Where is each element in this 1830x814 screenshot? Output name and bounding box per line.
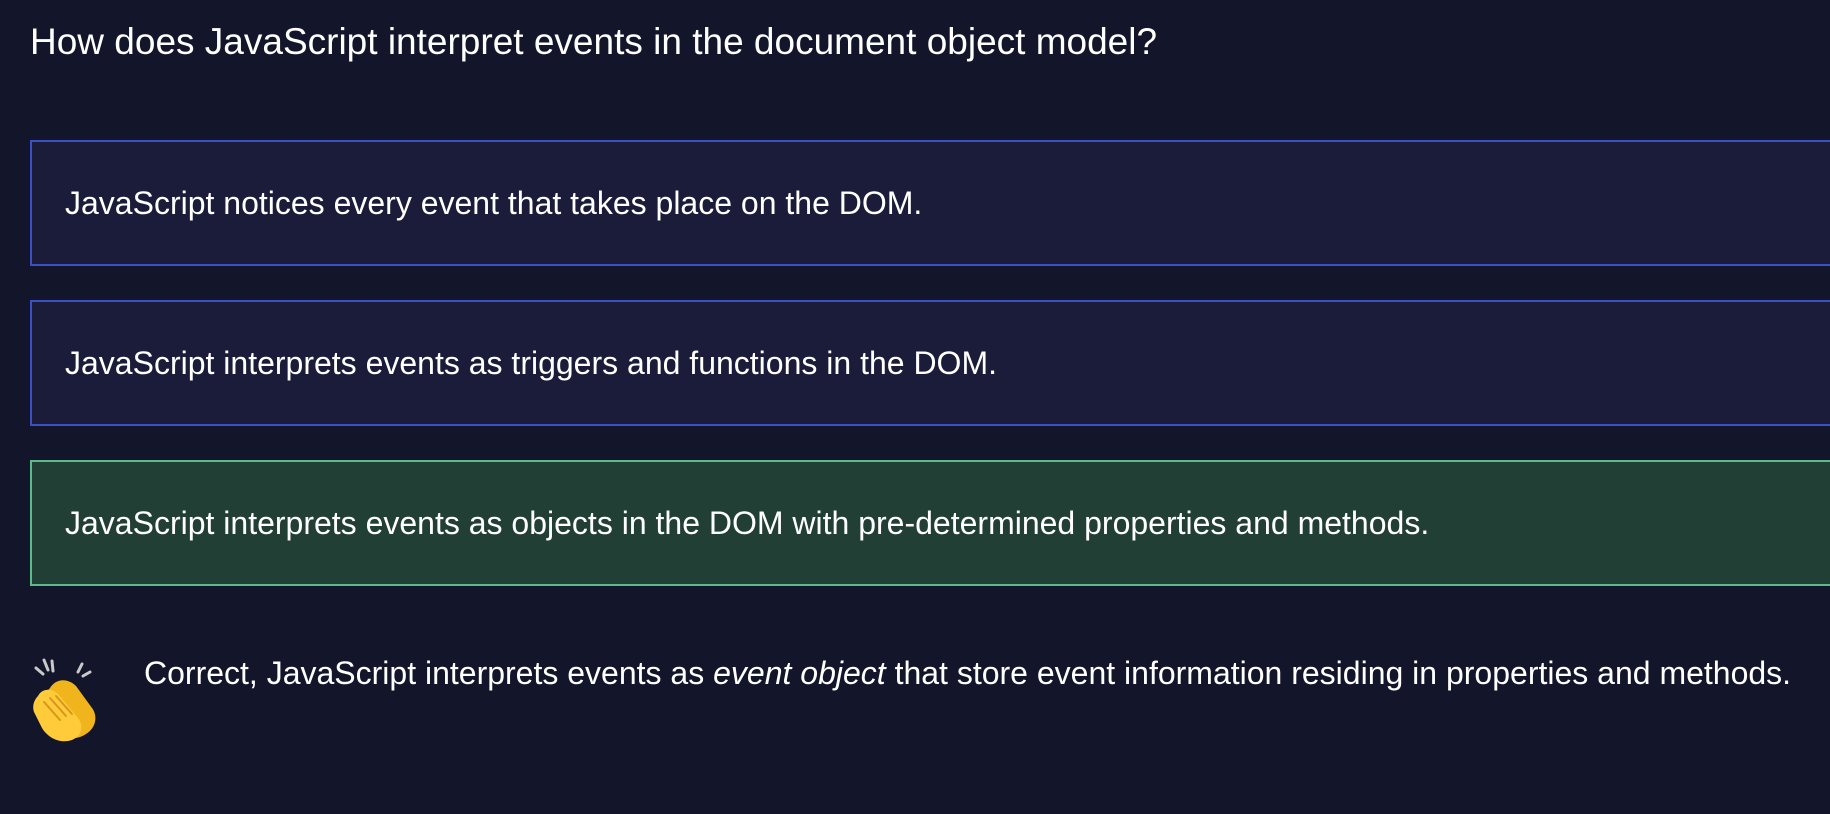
answer-option-2[interactable]: JavaScript interprets events as triggers… [30,300,1830,426]
feedback-text-start: Correct, JavaScript interprets events as [144,655,714,691]
answer-option-label: JavaScript interprets events as objects … [65,505,1430,541]
question-title: How does JavaScript interpret events in … [30,21,1158,62]
feedback-emphasis: event object [713,655,886,691]
answer-option-3-correct[interactable]: JavaScript interprets events as objects … [30,460,1830,586]
clapping-hands-icon [30,658,100,742]
feedback-message: Correct, JavaScript interprets events as… [30,646,1810,742]
answer-option-1[interactable]: JavaScript notices every event that take… [30,140,1830,266]
feedback-text: Correct, JavaScript interprets events as… [144,646,1791,700]
feedback-text-end: that store event information residing in… [885,655,1792,691]
answer-option-label: JavaScript interprets events as triggers… [65,345,997,381]
answer-option-label: JavaScript notices every event that take… [65,185,923,221]
